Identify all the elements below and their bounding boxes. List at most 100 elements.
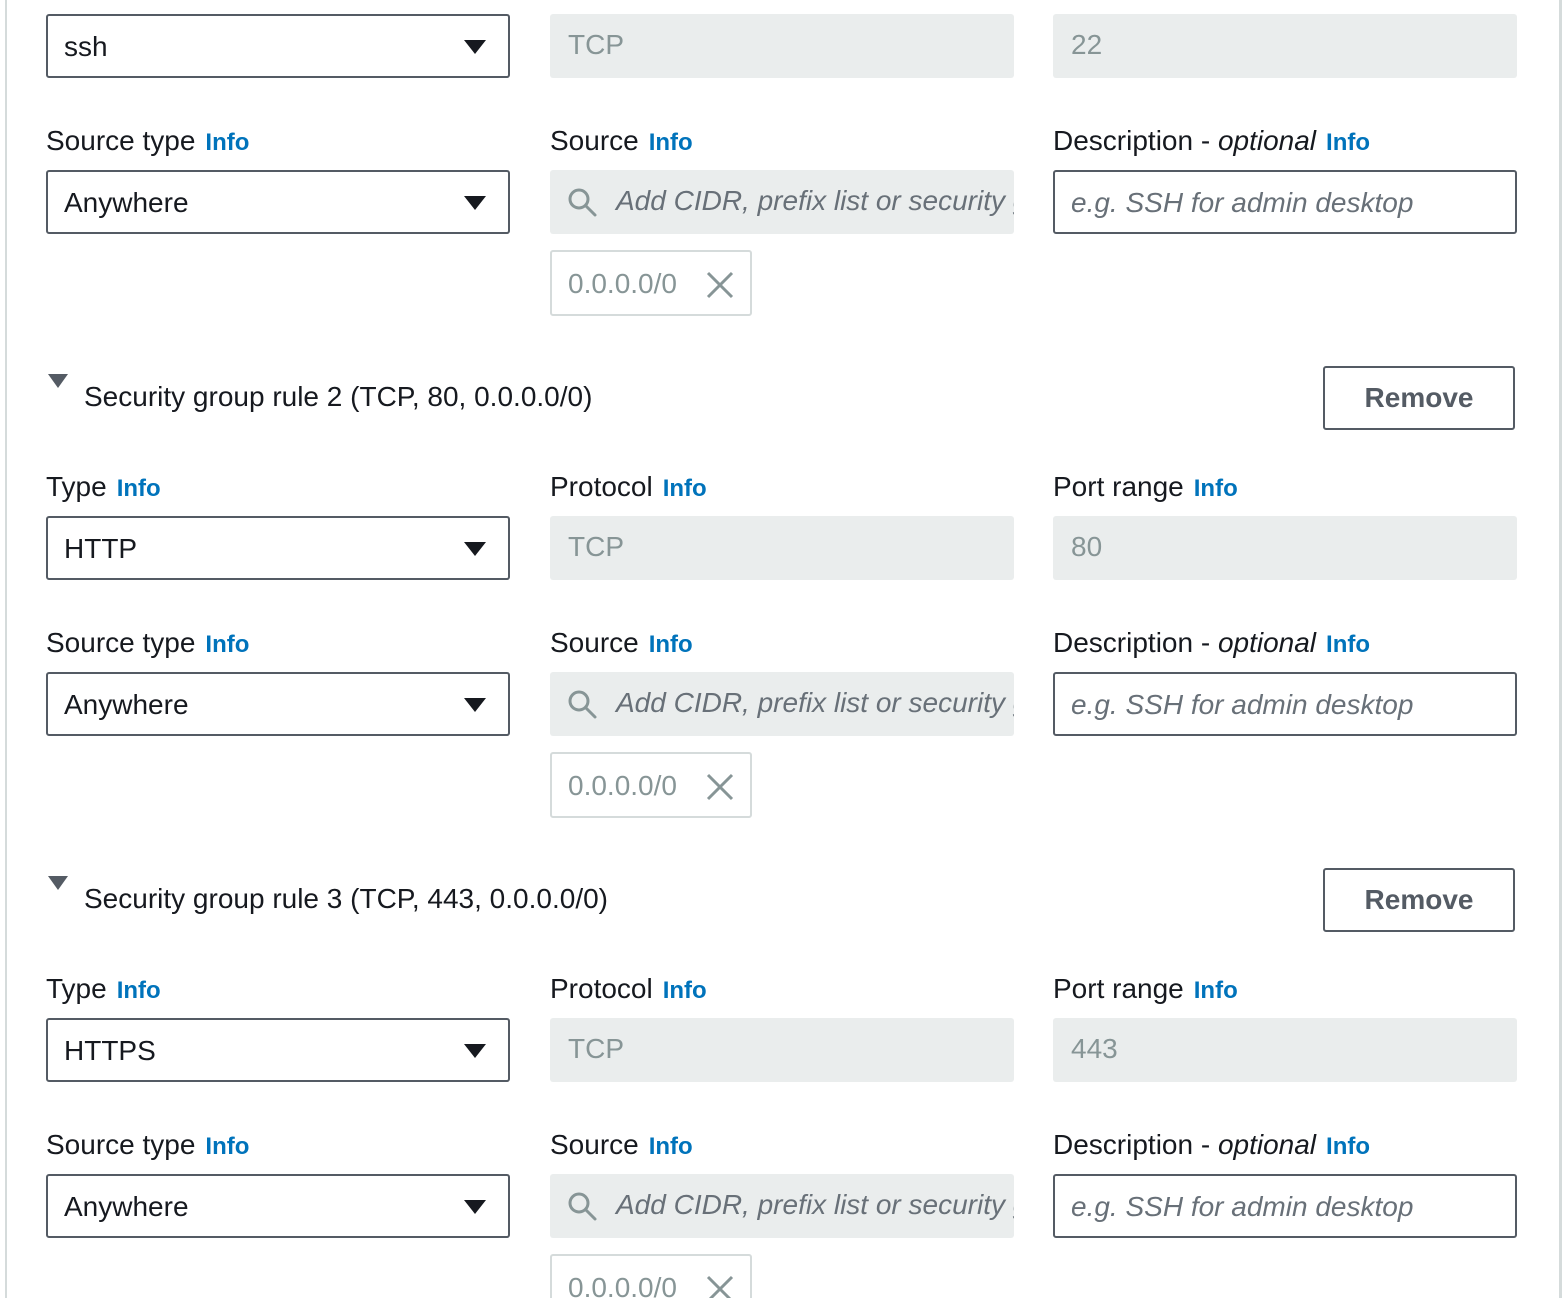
rule-3-collapse-icon[interactable] bbox=[48, 876, 68, 890]
label-text: Port range bbox=[1053, 973, 1184, 1004]
search-icon bbox=[568, 188, 597, 217]
rule-1-port-range-value: 22 bbox=[1071, 29, 1103, 60]
caret-down-icon bbox=[464, 1044, 486, 1058]
rule-2-type-value: HTTP bbox=[64, 533, 138, 564]
caret-down-icon bbox=[464, 698, 486, 712]
rule-1-type-value: ssh bbox=[64, 31, 108, 62]
rule-2-port-range-field: 80 bbox=[1053, 516, 1517, 580]
info-link[interactable]: Info bbox=[1194, 977, 1238, 1004]
info-link[interactable]: Info bbox=[117, 977, 161, 1004]
rule-3-type-label: Type Info bbox=[46, 972, 161, 1008]
rule-2-collapse-icon[interactable] bbox=[48, 374, 68, 388]
rule-2-type-label: Type Info bbox=[46, 470, 161, 506]
rule-3-protocol-value: TCP bbox=[568, 1033, 624, 1064]
optional-text: optional bbox=[1217, 627, 1317, 658]
rule-1-port-range-field: 22 bbox=[1053, 14, 1517, 78]
optional-text: optional bbox=[1217, 125, 1317, 156]
info-link[interactable]: Info bbox=[1326, 631, 1370, 658]
rule-3-type-select[interactable]: HTTPS bbox=[46, 1018, 510, 1082]
rule-3-remove-button[interactable]: Remove bbox=[1323, 868, 1515, 932]
rule-3-port-range-label: Port range Info bbox=[1053, 972, 1238, 1008]
label-text: Source bbox=[550, 1129, 639, 1160]
optional-text: optional bbox=[1217, 1129, 1317, 1160]
search-icon bbox=[568, 690, 597, 719]
panel-left-border bbox=[5, 0, 7, 1298]
rule-1-source-type-select[interactable]: Anywhere bbox=[46, 170, 510, 234]
rule-2-title: Security group rule 2 (TCP, 80, 0.0.0.0/… bbox=[84, 381, 593, 412]
rule-3-port-range-value: 443 bbox=[1071, 1033, 1118, 1064]
rule-1-source-type-label: Source type Info bbox=[46, 124, 249, 160]
info-link[interactable]: Info bbox=[649, 631, 693, 658]
rule-3-source-token: 0.0.0.0/0 bbox=[550, 1254, 752, 1298]
rule-3-source-type-value: Anywhere bbox=[64, 1191, 189, 1222]
rule-3-description-input[interactable]: e.g. SSH for admin desktop bbox=[1053, 1174, 1517, 1238]
info-link[interactable]: Info bbox=[663, 977, 707, 1004]
caret-down-icon bbox=[464, 1200, 486, 1214]
rule-2-protocol-label: Protocol Info bbox=[550, 470, 707, 506]
source-placeholder: Add CIDR, prefix list or security group bbox=[616, 687, 1014, 718]
rule-2-type-select[interactable]: HTTP bbox=[46, 516, 510, 580]
rule-3-protocol-label: Protocol Info bbox=[550, 972, 707, 1008]
info-link[interactable]: Info bbox=[1326, 129, 1370, 156]
info-link[interactable]: Info bbox=[205, 631, 249, 658]
caret-down-icon bbox=[464, 542, 486, 556]
label-text: Source type bbox=[46, 125, 196, 156]
rule-1-source-label: Source Info bbox=[550, 124, 693, 160]
description-placeholder: e.g. SSH for admin desktop bbox=[1071, 1191, 1414, 1222]
description-placeholder: e.g. SSH for admin desktop bbox=[1071, 689, 1414, 720]
label-text: Description - bbox=[1053, 627, 1218, 658]
token-value: 0.0.0.0/0 bbox=[568, 268, 677, 299]
source-placeholder: Add CIDR, prefix list or security group bbox=[616, 1189, 1014, 1220]
info-link[interactable]: Info bbox=[117, 475, 161, 502]
info-link[interactable]: Info bbox=[1326, 1133, 1370, 1160]
rule-3-source-label: Source Info bbox=[550, 1128, 693, 1164]
rule-2-protocol-value: TCP bbox=[568, 531, 624, 562]
label-text: Protocol bbox=[550, 973, 653, 1004]
rule-1-description-input[interactable]: e.g. SSH for admin desktop bbox=[1053, 170, 1517, 234]
rule-2-source-label: Source Info bbox=[550, 626, 693, 662]
label-text: Source type bbox=[46, 1129, 196, 1160]
rule-2-source-type-select[interactable]: Anywhere bbox=[46, 672, 510, 736]
rule-2-port-range-value: 80 bbox=[1071, 531, 1103, 562]
info-link[interactable]: Info bbox=[649, 129, 693, 156]
description-placeholder: e.g. SSH for admin desktop bbox=[1071, 187, 1414, 218]
rule-1-protocol-field: TCP bbox=[550, 14, 1014, 78]
close-icon[interactable] bbox=[704, 771, 736, 803]
source-placeholder: Add CIDR, prefix list or security group bbox=[616, 185, 1014, 216]
label-text: Source type bbox=[46, 627, 196, 658]
rule-2-source-search-input[interactable]: Add CIDR, prefix list or security group bbox=[550, 672, 1014, 736]
rule-3-protocol-field: TCP bbox=[550, 1018, 1014, 1082]
rule-1-source-token: 0.0.0.0/0 bbox=[550, 250, 752, 316]
rule-3-source-search-input[interactable]: Add CIDR, prefix list or security group bbox=[550, 1174, 1014, 1238]
rule-2-port-range-label: Port range Info bbox=[1053, 470, 1238, 506]
label-text: Type bbox=[46, 471, 107, 502]
rule-3-description-label: Description - optional Info bbox=[1053, 1128, 1370, 1164]
rule-2-protocol-field: TCP bbox=[550, 516, 1014, 580]
caret-down-icon bbox=[464, 196, 486, 210]
close-icon[interactable] bbox=[704, 269, 736, 301]
info-link[interactable]: Info bbox=[205, 129, 249, 156]
info-link[interactable]: Info bbox=[649, 1133, 693, 1160]
info-link[interactable]: Info bbox=[663, 475, 707, 502]
close-icon[interactable] bbox=[704, 1273, 736, 1298]
rule-2-source-token: 0.0.0.0/0 bbox=[550, 752, 752, 818]
label-text: Description - bbox=[1053, 1129, 1218, 1160]
label-text: Port range bbox=[1053, 471, 1184, 502]
rule-3-source-type-select[interactable]: Anywhere bbox=[46, 1174, 510, 1238]
rule-2-source-type-value: Anywhere bbox=[64, 689, 189, 720]
rule-1-type-select[interactable]: ssh bbox=[46, 14, 510, 78]
token-value: 0.0.0.0/0 bbox=[568, 770, 677, 801]
rule-1-source-search-input[interactable]: Add CIDR, prefix list or security group bbox=[550, 170, 1014, 234]
rule-2-remove-button[interactable]: Remove bbox=[1323, 366, 1515, 430]
rule-2-description-input[interactable]: e.g. SSH for admin desktop bbox=[1053, 672, 1517, 736]
info-link[interactable]: Info bbox=[1194, 475, 1238, 502]
rule-1-description-label: Description - optional Info bbox=[1053, 124, 1370, 160]
rule-1-protocol-value: TCP bbox=[568, 29, 624, 60]
label-text: Type bbox=[46, 973, 107, 1004]
rule-3-type-value: HTTPS bbox=[64, 1035, 156, 1066]
rule-2-source-type-label: Source type Info bbox=[46, 626, 249, 662]
caret-down-icon bbox=[464, 40, 486, 54]
rule-2-description-label: Description - optional Info bbox=[1053, 626, 1370, 662]
label-text: Description - bbox=[1053, 125, 1218, 156]
info-link[interactable]: Info bbox=[205, 1133, 249, 1160]
